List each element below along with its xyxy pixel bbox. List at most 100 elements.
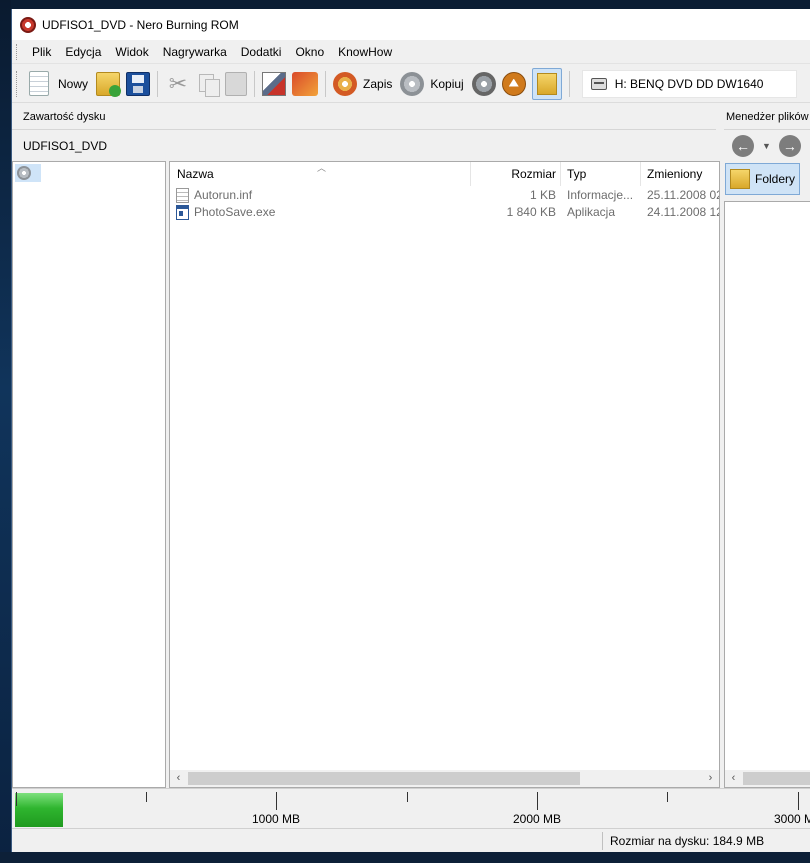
burn-image-icon <box>292 71 319 96</box>
drive-label: H: BENQ DVD DD DW1640 <box>614 76 764 91</box>
copy-disc-button[interactable]: Kopiuj <box>397 68 468 100</box>
file-manager-nav: ← ▼ → <box>724 131 810 161</box>
disc-name-field[interactable]: UDFISO1_DVD <box>12 131 716 161</box>
eject-icon <box>501 71 526 96</box>
compilation-header: Zawartość dysku <box>12 104 716 130</box>
column-header-modified[interactable]: Zmieniony <box>641 162 719 186</box>
history-dropdown-icon[interactable]: ▼ <box>762 141 771 151</box>
eject-button[interactable] <box>499 68 529 100</box>
cut-button[interactable]: ✂ <box>162 68 194 100</box>
disc-info-button[interactable] <box>469 68 499 100</box>
disc-size-status: Rozmiar na dysku: 184.9 MB <box>610 834 765 848</box>
new-button[interactable]: Nowy <box>23 68 93 100</box>
table-row[interactable]: Autorun.inf 1 KB Informacje... 25.11.200… <box>170 187 719 204</box>
menu-grip[interactable] <box>16 43 19 60</box>
file-manager-header-label: Menedżer plików <box>726 110 809 123</box>
file-modified: 25.11.2008 02: <box>647 188 719 202</box>
burn-button[interactable]: Zapis <box>330 68 397 100</box>
column-type-label: Typ <box>567 167 587 181</box>
open-button[interactable] <box>93 68 123 100</box>
burn-label: Zapis <box>363 76 393 91</box>
compilation-header-label: Zawartość dysku <box>23 110 106 123</box>
title-bar[interactable]: UDFISO1_DVD - Nero Burning ROM <box>12 9 810 40</box>
column-modified-label: Zmieniony <box>647 167 703 181</box>
menu-dodatki[interactable]: Dodatki <box>234 42 289 62</box>
compilation-tree[interactable] <box>12 161 166 788</box>
file-type: Aplikacja <box>567 205 616 219</box>
compilation-file-list[interactable]: ︿ Nazwa Rozmiar Typ Zmieniony Autorun.in… <box>169 161 720 788</box>
toolbar-separator <box>157 70 159 97</box>
copy-disc-label: Kopiuj <box>430 76 464 91</box>
file-manager-list[interactable]: ‹ <box>724 201 810 788</box>
drive-icon <box>590 77 607 90</box>
forward-icon[interactable]: → <box>778 135 801 157</box>
capacity-tick <box>146 792 147 802</box>
desktop-background <box>0 0 11 863</box>
disc-capacity-bar: 1000 MB 2000 MB 3000 MB <box>12 788 810 828</box>
scroll-left-icon[interactable]: ‹ <box>170 770 187 787</box>
file-name: PhotoSave.exe <box>194 205 276 219</box>
menu-nagrywarka[interactable]: Nagrywarka <box>156 42 234 62</box>
scroll-right-icon[interactable]: › <box>702 770 719 787</box>
new-compilation-icon <box>29 71 49 96</box>
toolbar-separator <box>325 70 327 97</box>
menu-edycja[interactable]: Edycja <box>58 42 108 62</box>
file-size: 1 840 KB <box>506 205 556 219</box>
column-name-label: Nazwa <box>177 167 214 181</box>
back-icon[interactable]: ← <box>732 135 754 157</box>
taskbar-edge <box>0 852 810 863</box>
open-icon <box>96 71 122 97</box>
scrollbar-thumb[interactable] <box>743 772 810 785</box>
column-header-name[interactable]: Nazwa <box>170 162 471 186</box>
capacity-tick-label: 3000 MB <box>773 812 810 826</box>
capacity-tick <box>276 792 277 810</box>
folders-button[interactable]: Foldery <box>725 163 800 195</box>
copy-icon <box>197 72 221 97</box>
copy-button[interactable] <box>194 68 222 100</box>
menu-knowhow[interactable]: KnowHow <box>331 42 399 62</box>
menu-plik[interactable]: Plik <box>25 42 58 62</box>
file-name: Autorun.inf <box>194 188 253 202</box>
horizontal-scrollbar[interactable]: ‹ › <box>170 770 719 787</box>
scroll-left-icon[interactable]: ‹ <box>725 770 742 787</box>
disc-icon <box>17 166 31 180</box>
capacity-tick-label: 2000 MB <box>512 812 562 826</box>
disc-name-label: UDFISO1_DVD <box>23 139 108 153</box>
cut-icon: ✂ <box>168 70 188 96</box>
save-icon <box>126 71 151 96</box>
file-manager-header: Menedżer plików <box>724 104 810 130</box>
file-type: Informacje... <box>567 188 634 202</box>
column-header-type[interactable]: Typ <box>561 162 641 186</box>
file-browser-toggle[interactable] <box>529 67 565 100</box>
capacity-tick <box>16 792 17 806</box>
capacity-tick <box>667 792 668 802</box>
menu-widok[interactable]: Widok <box>108 42 155 62</box>
paste-button[interactable] <box>222 68 250 100</box>
save-button[interactable] <box>123 68 153 100</box>
disc-info-icon <box>471 71 496 96</box>
nero-window: UDFISO1_DVD - Nero Burning ROM Plik Edyc… <box>11 9 810 852</box>
capacity-tick <box>798 792 799 810</box>
burn-icon <box>333 71 358 96</box>
status-bar: Rozmiar na dysku: 184.9 MB <box>12 828 810 852</box>
table-row[interactable]: PhotoSave.exe 1 840 KB Aplikacja 24.11.2… <box>170 204 719 221</box>
horizontal-scrollbar[interactable]: ‹ <box>725 770 810 787</box>
toolbar: Nowy ✂ Zapis Kopiuj H: BENQ DVD DD DW164… <box>12 65 810 103</box>
burn-image-button[interactable] <box>289 68 321 100</box>
status-separator <box>602 832 603 850</box>
tree-item-root-disc[interactable] <box>15 164 41 182</box>
capacity-tick-label: 1000 MB <box>251 812 301 826</box>
menu-okno[interactable]: Okno <box>288 42 331 62</box>
column-header-size[interactable]: Rozmiar <box>471 162 561 186</box>
window-title: UDFISO1_DVD - Nero Burning ROM <box>42 17 239 32</box>
toolbar-separator <box>254 70 256 97</box>
toolbar-separator <box>568 70 570 97</box>
compile-button[interactable] <box>259 68 289 100</box>
drive-selector[interactable]: H: BENQ DVD DD DW1640 <box>581 69 797 98</box>
toolbar-grip[interactable] <box>16 70 19 97</box>
scrollbar-thumb[interactable] <box>188 772 580 785</box>
capacity-used-fill <box>15 793 63 827</box>
capacity-tick <box>407 792 408 802</box>
nero-app-icon[interactable] <box>20 16 36 33</box>
file-manager-pane: ← ▼ → Foldery ‹ <box>724 131 810 788</box>
